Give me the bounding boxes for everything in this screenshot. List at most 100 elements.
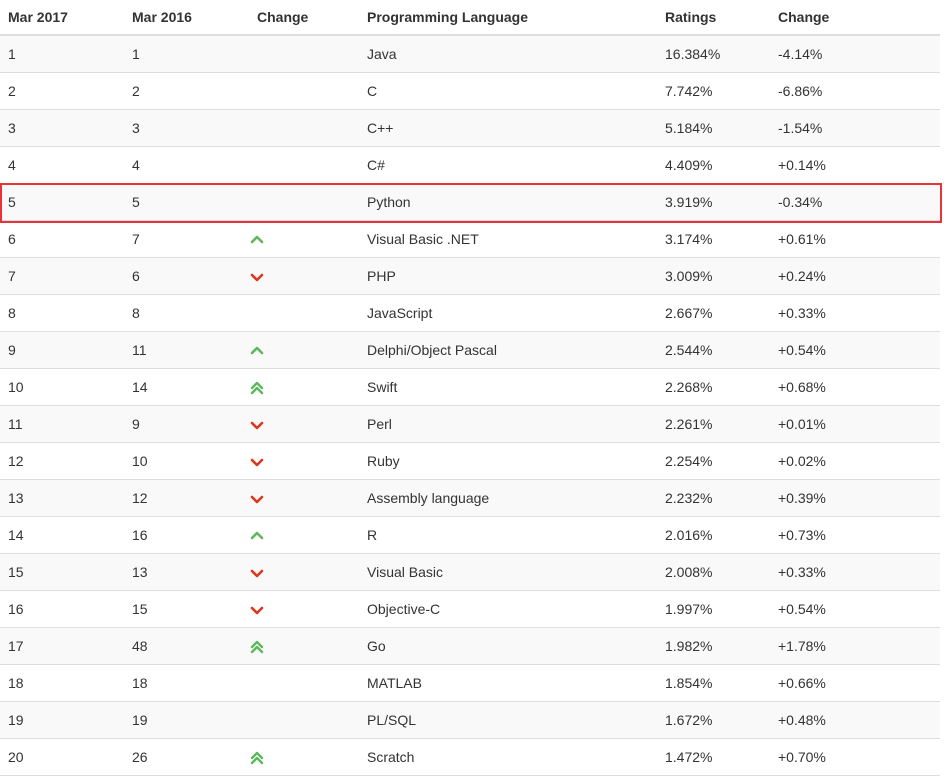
- double-arrow-up-icon: [249, 750, 265, 766]
- language-cell: Visual Basic .NET: [359, 220, 657, 258]
- trend-cell: [249, 701, 359, 739]
- header-ratings[interactable]: Ratings: [657, 0, 770, 36]
- trend-cell: [249, 294, 359, 332]
- language-cell: Python: [359, 183, 657, 221]
- rating-cell: 1.672%: [657, 701, 770, 739]
- table-row: 6 7 Visual Basic .NET 3.174% +0.61%: [0, 220, 940, 258]
- trend-cell: [249, 516, 359, 554]
- rating-cell: 4.409%: [657, 146, 770, 184]
- trend-cell: [249, 553, 359, 591]
- rating-cell: 2.261%: [657, 405, 770, 443]
- trend-cell: [249, 405, 359, 443]
- rank-2016-cell: 8: [124, 294, 249, 332]
- rating-change-cell: -4.14%: [770, 35, 940, 73]
- trend-cell: [249, 72, 359, 110]
- rank-2016-cell: 13: [124, 553, 249, 591]
- rank-2017-cell: 8: [0, 294, 124, 332]
- rank-2016-cell: 3: [124, 109, 249, 147]
- rating-change-cell: -1.54%: [770, 109, 940, 147]
- table-row: 19 19 PL/SQL 1.672% +0.48%: [0, 701, 940, 739]
- rating-change-cell: +0.33%: [770, 294, 940, 332]
- rank-2017-cell: 1: [0, 35, 124, 73]
- table-row: 2 2 C 7.742% -6.86%: [0, 72, 940, 110]
- rating-change-cell: +0.70%: [770, 738, 940, 776]
- rating-change-cell: +0.54%: [770, 331, 940, 369]
- header-change[interactable]: Change: [249, 0, 359, 36]
- rating-cell: 1.854%: [657, 664, 770, 702]
- header-mar-2017[interactable]: Mar 2017: [0, 0, 124, 36]
- rank-2017-cell: 10: [0, 368, 124, 406]
- rating-change-cell: +0.54%: [770, 590, 940, 628]
- rating-cell: 1.472%: [657, 738, 770, 776]
- arrow-down-icon: [249, 269, 265, 285]
- rank-2017-cell: 19: [0, 701, 124, 739]
- rank-2016-cell: 15: [124, 590, 249, 628]
- rating-change-cell: +1.78%: [770, 627, 940, 665]
- rank-2017-cell: 5: [0, 183, 124, 221]
- rating-cell: 2.544%: [657, 331, 770, 369]
- trend-cell: [249, 664, 359, 702]
- rank-2017-cell: 7: [0, 257, 124, 295]
- table-header-row: Mar 2017 Mar 2016 Change Programming Lan…: [0, 0, 940, 36]
- rating-change-cell: +0.73%: [770, 516, 940, 554]
- table-row: 9 11 Delphi/Object Pascal 2.544% +0.54%: [0, 331, 940, 369]
- rank-2017-cell: 16: [0, 590, 124, 628]
- trend-cell: [249, 109, 359, 147]
- arrow-up-icon: [249, 343, 265, 359]
- rank-2016-cell: 19: [124, 701, 249, 739]
- rating-cell: 2.008%: [657, 553, 770, 591]
- table-row: 3 3 C++ 5.184% -1.54%: [0, 109, 940, 147]
- header-ratings-change[interactable]: Change: [770, 0, 940, 36]
- trend-cell: [249, 368, 359, 406]
- table-row: 12 10 Ruby 2.254% +0.02%: [0, 442, 940, 480]
- rating-cell: 16.384%: [657, 35, 770, 73]
- rank-2016-cell: 5: [124, 183, 249, 221]
- table-row: 4 4 C# 4.409% +0.14%: [0, 146, 940, 184]
- rank-2017-cell: 4: [0, 146, 124, 184]
- rating-change-cell: +0.02%: [770, 442, 940, 480]
- arrow-down-icon: [249, 454, 265, 470]
- rank-2016-cell: 14: [124, 368, 249, 406]
- rank-2016-cell: 48: [124, 627, 249, 665]
- rating-change-cell: +0.61%: [770, 220, 940, 258]
- rating-change-cell: +0.48%: [770, 701, 940, 739]
- header-programming-language[interactable]: Programming Language: [359, 0, 657, 36]
- table-row: 5 5 Python 3.919% -0.34%: [0, 183, 940, 221]
- language-cell: C++: [359, 109, 657, 147]
- rating-change-cell: +0.39%: [770, 479, 940, 517]
- arrow-down-icon: [249, 565, 265, 581]
- language-cell: Delphi/Object Pascal: [359, 331, 657, 369]
- trend-cell: [249, 479, 359, 517]
- rating-cell: 2.016%: [657, 516, 770, 554]
- rating-cell: 2.254%: [657, 442, 770, 480]
- table-row: 20 26 Scratch 1.472% +0.70%: [0, 738, 940, 776]
- rating-change-cell: +0.01%: [770, 405, 940, 443]
- trend-cell: [249, 331, 359, 369]
- rank-2017-cell: 3: [0, 109, 124, 147]
- trend-cell: [249, 442, 359, 480]
- rank-2017-cell: 17: [0, 627, 124, 665]
- language-cell: MATLAB: [359, 664, 657, 702]
- rating-change-cell: +0.14%: [770, 146, 940, 184]
- rank-2016-cell: 4: [124, 146, 249, 184]
- rating-cell: 1.982%: [657, 627, 770, 665]
- rank-2017-cell: 6: [0, 220, 124, 258]
- language-cell: Swift: [359, 368, 657, 406]
- rating-cell: 3.009%: [657, 257, 770, 295]
- language-cell: Java: [359, 35, 657, 73]
- language-cell: JavaScript: [359, 294, 657, 332]
- trend-cell: [249, 35, 359, 73]
- rank-2017-cell: 20: [0, 738, 124, 776]
- table-row: 13 12 Assembly language 2.232% +0.39%: [0, 479, 940, 517]
- arrow-up-icon: [249, 232, 265, 248]
- language-cell: Objective-C: [359, 590, 657, 628]
- rating-change-cell: +0.68%: [770, 368, 940, 406]
- header-mar-2016[interactable]: Mar 2016: [124, 0, 249, 36]
- rating-change-cell: +0.33%: [770, 553, 940, 591]
- language-ranking-table: Mar 2017 Mar 2016 Change Programming Lan…: [0, 0, 940, 776]
- language-cell: R: [359, 516, 657, 554]
- ranking-table-container: Mar 2017 Mar 2016 Change Programming Lan…: [0, 0, 944, 776]
- arrow-up-icon: [249, 528, 265, 544]
- rank-2016-cell: 2: [124, 72, 249, 110]
- table-row: 15 13 Visual Basic 2.008% +0.33%: [0, 553, 940, 591]
